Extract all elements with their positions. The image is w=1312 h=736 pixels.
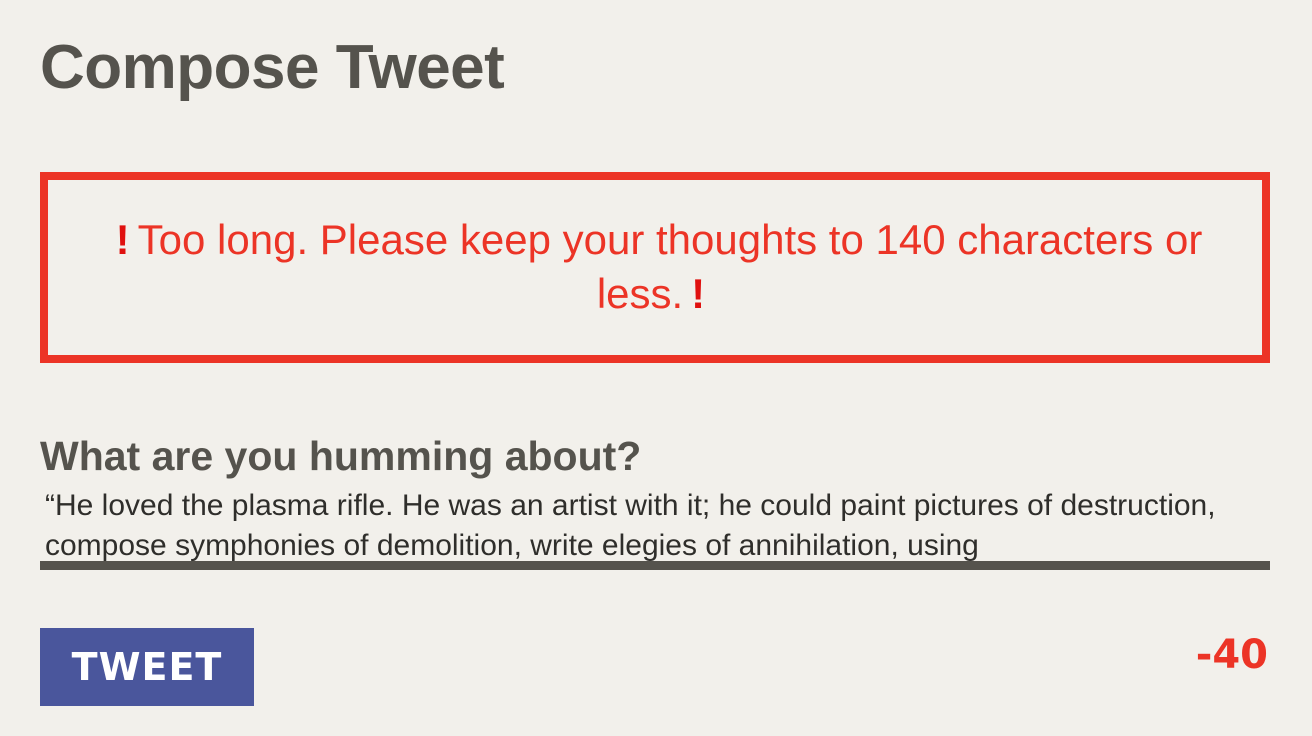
exclamation-icon: ! <box>115 215 130 263</box>
error-alert: ! Too long. Please keep your thoughts to … <box>40 172 1270 363</box>
error-message-container: ! Too long. Please keep your thoughts to … <box>104 213 1206 321</box>
page-title: Compose Tweet <box>40 33 505 102</box>
exclamation-icon: ! <box>691 269 706 317</box>
error-message: Too long. Please keep your thoughts to 1… <box>137 215 1203 317</box>
tweet-button[interactable]: TWEET <box>40 628 254 706</box>
tweet-textarea[interactable]: “He loved the plasma rifle. He was an ar… <box>40 486 1270 570</box>
compose-label: What are you humming about? <box>40 433 642 479</box>
character-counter: -40 <box>1195 632 1268 678</box>
